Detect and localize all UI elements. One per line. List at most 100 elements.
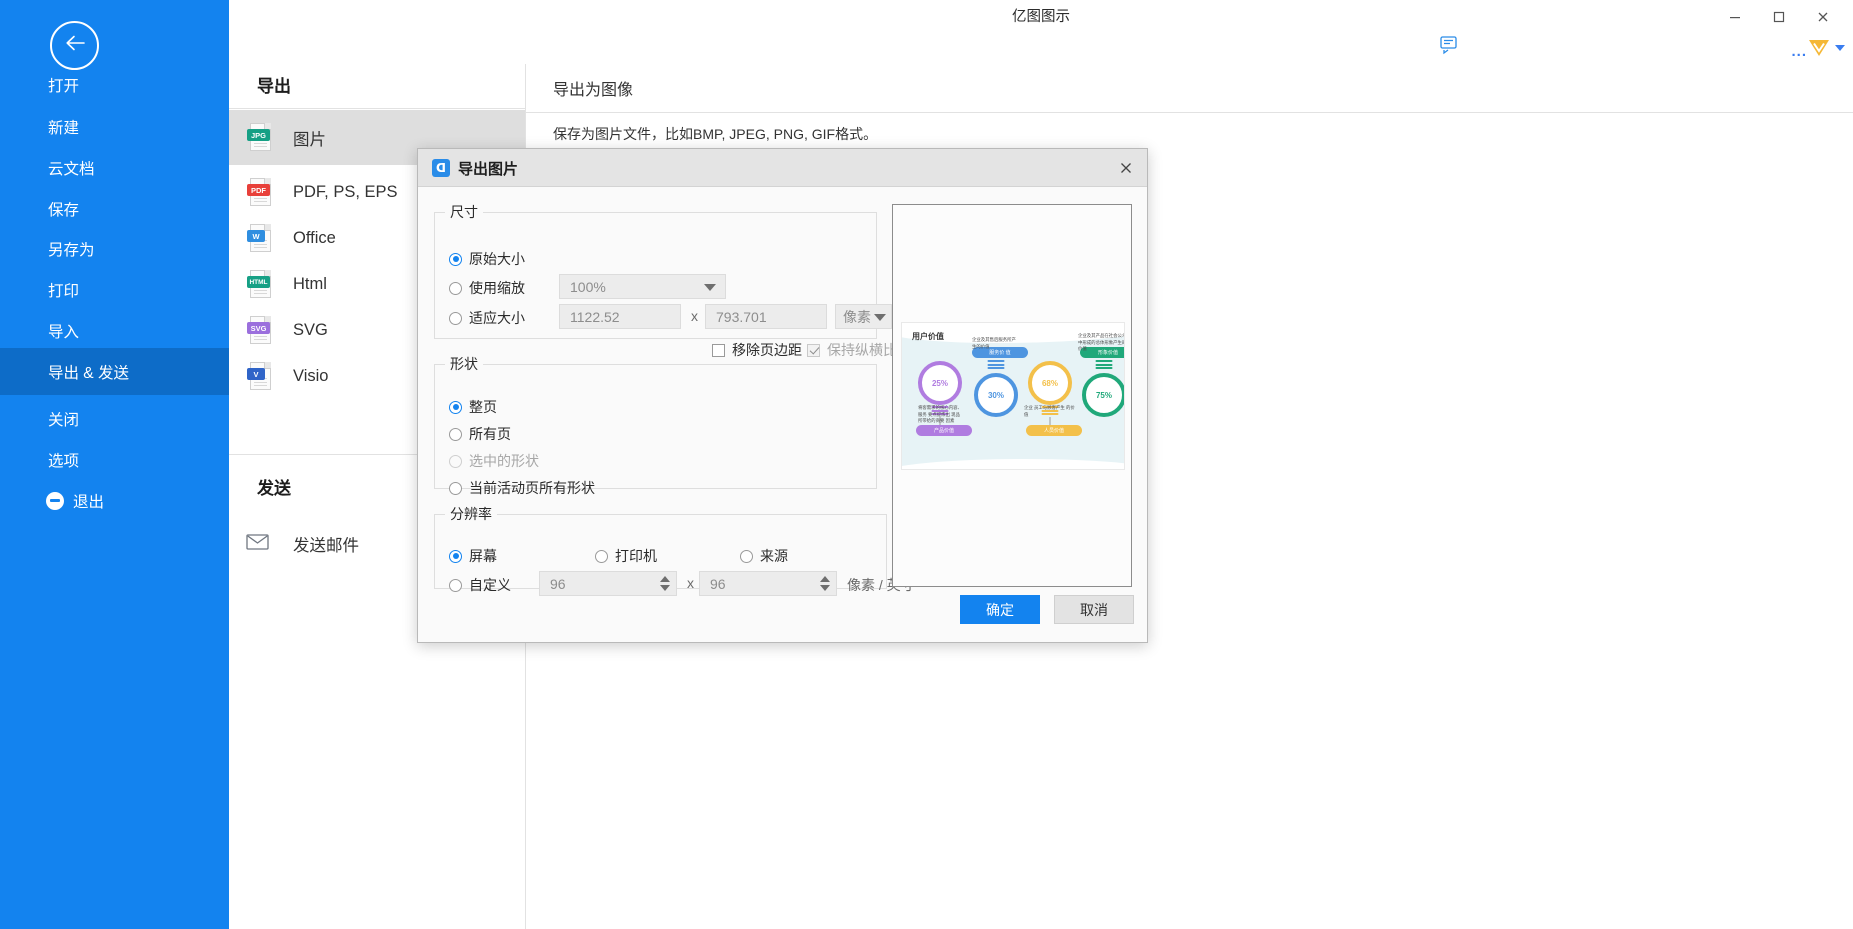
chat-icon[interactable] <box>1440 36 1462 61</box>
sidebar-item-print[interactable]: 打印 <box>0 266 229 313</box>
sidebar-item-exit[interactable]: 退出 <box>0 477 229 524</box>
radio-fit-size[interactable]: 适应大小 <box>449 308 525 328</box>
preview-bulb-pill: 产品价值 <box>916 425 972 436</box>
dpi-separator: x <box>687 575 694 591</box>
radio-resolution-screen[interactable]: 屏幕 <box>449 546 497 566</box>
radio-label: 所有页 <box>469 426 511 442</box>
dialog-header: ᗡ 导出图片 <box>418 149 1147 187</box>
radio-all-pages[interactable]: 所有页 <box>449 424 511 444</box>
account-diamond-icon[interactable] <box>1807 37 1831 64</box>
title-bar: 亿图图示 <box>229 0 1853 34</box>
cancel-button[interactable]: 取消 <box>1054 595 1134 624</box>
preview-bulb-percent: 75% <box>1095 390 1112 400</box>
sidebar-item-import[interactable]: 导入 <box>0 307 229 354</box>
format-badge: V <box>247 368 265 380</box>
radio-use-scale[interactable]: 使用缩放 <box>449 278 525 298</box>
radio-indicator <box>449 578 462 592</box>
preview-doc-title: 用户价值 <box>912 332 944 341</box>
scale-combo[interactable]: 100% <box>559 274 726 299</box>
ok-button[interactable]: 确定 <box>960 595 1040 624</box>
sidebar-item-label: 退出 <box>73 493 105 511</box>
sidebar-item-label: 导入 <box>48 323 80 341</box>
dialog-title: 导出图片 <box>458 161 519 178</box>
preview-bulb-pill: 人员价值 <box>1026 425 1082 436</box>
radio-all-shapes-current-page[interactable]: 当前活动页所有形状 <box>449 478 595 498</box>
application-window: 亿图图示 ... 打开 新建 云文档 保存 另存为 打印 导入 导出 & 发送 … <box>0 0 1853 929</box>
export-preview: 用户价值 25% 产品价值 将客需求的核心内容、服务 要点提炼出 现品所带给的商… <box>892 204 1132 587</box>
sidebar-item-label: 云文档 <box>48 160 95 178</box>
unit-value: 像素 <box>843 308 871 325</box>
format-label: Visio <box>293 367 329 385</box>
export-as-image-title: 导出为图像 <box>553 82 634 99</box>
fit-width-value: 1122.52 <box>570 308 620 325</box>
radio-label: 选中的形状 <box>469 453 539 469</box>
radio-label: 原始大小 <box>469 251 525 267</box>
radio-indicator <box>449 281 462 295</box>
maximize-icon[interactable] <box>1757 1 1801 33</box>
visio-file-icon: V <box>247 362 271 391</box>
dpi-x-stepper[interactable] <box>655 573 675 594</box>
preview-bulb-3: 68% 人员价值 <box>1026 361 1082 436</box>
format-label: Office <box>293 229 336 247</box>
unit-combo[interactable]: 像素 <box>835 304 892 329</box>
format-badge: W <box>247 230 265 242</box>
radio-label: 适应大小 <box>469 310 525 326</box>
dimension-separator: x <box>691 308 698 324</box>
radio-indicator <box>449 427 462 441</box>
preview-bulb-caption-1: 将客需求的核心内容、服务 要点提炼出 现品所带给的商要 因素 <box>918 405 962 424</box>
secondary-toolbar: ... <box>229 34 1853 64</box>
dpi-y-input[interactable]: 96 <box>699 571 837 596</box>
radio-label: 当前活动页所有形状 <box>469 480 595 496</box>
sidebar-item-close[interactable]: 关闭 <box>0 395 229 442</box>
fit-height-value: 793.701 <box>716 308 767 325</box>
resolution-group-legend: 分辨率 <box>450 506 492 522</box>
radio-resolution-printer[interactable]: 打印机 <box>595 546 657 566</box>
account-chevron-down-icon[interactable] <box>1835 45 1845 51</box>
sidebar-item-cloud[interactable]: 云文档 <box>0 144 229 191</box>
sidebar-item-save-as[interactable]: 另存为 <box>0 225 229 272</box>
sidebar-item-label: 打开 <box>48 77 80 95</box>
sidebar-item-label: 新建 <box>48 119 80 137</box>
radio-whole-page[interactable]: 整页 <box>449 397 497 417</box>
minimize-icon[interactable] <box>1713 1 1757 33</box>
radio-label: 来源 <box>760 548 788 564</box>
dpi-x-input[interactable]: 96 <box>539 571 677 596</box>
dpi-y-stepper[interactable] <box>815 573 835 594</box>
close-icon[interactable] <box>1801 1 1845 33</box>
radio-label: 整页 <box>469 399 497 415</box>
sidebar-item-label: 打印 <box>48 282 80 300</box>
sidebar-item-open[interactable]: 打开 <box>0 61 229 108</box>
close-icon[interactable] <box>1113 156 1139 180</box>
radio-resolution-source[interactable]: 来源 <box>740 546 788 566</box>
format-badge: PDF <box>247 184 270 196</box>
radio-original-size[interactable]: 原始大小 <box>449 249 525 269</box>
export-description: 保存为图片文件，比如BMP, JPEG, PNG, GIF格式。 <box>553 126 878 142</box>
html-file-icon: HTML <box>247 270 271 299</box>
sidebar-item-label: 保存 <box>48 201 80 219</box>
fit-height-input[interactable]: 793.701 <box>705 304 827 329</box>
pdf-file-icon: PDF <box>247 178 271 207</box>
jpg-file-icon: JPG <box>247 123 271 152</box>
sidebar-item-new[interactable]: 新建 <box>0 103 229 150</box>
sidebar-item-export-send[interactable]: 导出 & 发送 <box>0 348 229 395</box>
radio-label: 自定义 <box>469 577 511 593</box>
radio-resolution-custom[interactable]: 自定义 <box>449 575 511 595</box>
minus-circle-icon <box>46 491 64 510</box>
sidebar-item-label: 选项 <box>48 452 80 470</box>
fit-width-input[interactable]: 1122.52 <box>559 304 681 329</box>
radio-indicator <box>449 549 462 563</box>
format-label: SVG <box>293 321 328 339</box>
sidebar-item-label: 导出 & 发送 <box>48 364 129 382</box>
radio-indicator <box>595 549 608 563</box>
sidebar-item-options[interactable]: 选项 <box>0 436 229 483</box>
divider <box>229 108 525 109</box>
format-badge: JPG <box>247 129 270 141</box>
radio-selected-shapes: 选中的形状 <box>449 451 539 471</box>
radio-indicator <box>740 549 753 563</box>
send-section-title: 发送 <box>257 479 291 498</box>
svg-file-icon: SVG <box>247 316 271 345</box>
preview-bulb-percent: 30% <box>987 390 1004 400</box>
resolution-group: 分辨率 屏幕 打印机 来源 自定义 96 x 96 像素 / 英寸 <box>434 504 915 596</box>
preview-bulb-percent: 68% <box>1041 378 1058 388</box>
more-options-icon[interactable]: ... <box>1791 43 1807 60</box>
